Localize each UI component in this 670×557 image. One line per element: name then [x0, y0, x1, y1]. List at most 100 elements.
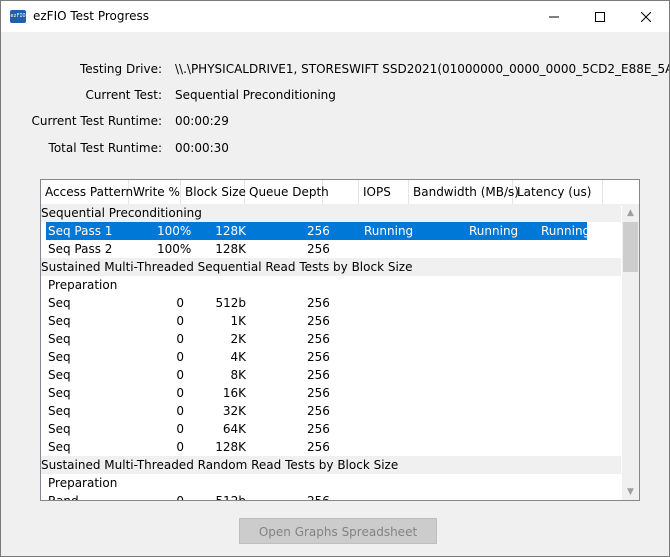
table-cell: 256	[307, 224, 330, 238]
open-graphs-spreadsheet-button[interactable]: Open Graphs Spreadsheet	[239, 518, 437, 544]
list-item-preparation[interactable]: Preparation	[41, 474, 621, 492]
total-runtime-label: Total Test Runtime:	[48, 141, 162, 155]
table-cell: Seq Pass 1	[48, 224, 113, 238]
table-cell: Running	[541, 224, 591, 238]
vertical-scrollbar[interactable]: ▲ ▼	[622, 204, 639, 500]
table-cell: 8K	[230, 368, 246, 382]
table-cell: 256	[307, 422, 330, 436]
table-row[interactable]: Seq 0 1K 256	[41, 312, 621, 330]
table-cell: Seq	[48, 350, 71, 364]
table-cell: Rand	[48, 492, 79, 500]
table-cell: 0	[176, 368, 184, 382]
progress-window: ezFIO ezFIO Test Progress Testing Drive:…	[0, 0, 670, 557]
group-label: Sustained Multi-Threaded Sequential Read…	[41, 260, 413, 274]
table-cell: 256	[307, 314, 330, 328]
table-cell: Seq	[48, 332, 71, 346]
table-cell: 128K	[215, 224, 246, 238]
column-header-iops[interactable]: IOPS	[359, 180, 409, 204]
table-cell: Running	[469, 224, 519, 238]
table-cell: Seq	[48, 386, 71, 400]
column-header-blank[interactable]	[323, 180, 359, 204]
table-cell: 256	[307, 404, 330, 418]
scroll-down-icon[interactable]: ▼	[622, 483, 639, 500]
table-row[interactable]: Seq 0 16K 256	[41, 384, 621, 402]
maximize-icon	[595, 11, 605, 22]
testing-drive-label: Testing Drive:	[79, 62, 162, 76]
table-row[interactable]: Seq 0 32K 256	[41, 402, 621, 420]
test-list-view[interactable]: Access Pattern Write % Block Size Queue …	[40, 179, 640, 501]
table-row[interactable]: Seq 0 2K 256	[41, 330, 621, 348]
total-runtime-value: 00:00:30	[175, 141, 229, 155]
table-cell: Seq	[48, 314, 71, 328]
table-cell: 256	[307, 242, 330, 256]
table-row[interactable]: Seq 0 128K 256	[41, 438, 621, 456]
table-cell: Running	[364, 224, 414, 238]
group-header[interactable]: Sustained Multi-Threaded Random Read Tes…	[41, 456, 621, 474]
current-test-label: Current Test:	[85, 88, 162, 102]
column-header-bandwidth[interactable]: Bandwidth (MB/s)	[409, 180, 519, 204]
table-cell: 1K	[230, 314, 246, 328]
table-cell: 0	[157, 492, 184, 500]
table-cell: 16K	[222, 386, 246, 400]
table-cell: 0	[176, 440, 184, 454]
table-cell: 4K	[230, 350, 246, 364]
table-cell: 128K	[215, 440, 246, 454]
item-label: Preparation	[48, 476, 118, 490]
table-row[interactable]: Seq 0 8K 256	[41, 366, 621, 384]
list-item-preparation[interactable]: Preparation	[41, 276, 621, 294]
maximize-button[interactable]	[577, 1, 623, 32]
table-cell: 512b	[196, 492, 246, 500]
table-cell: 256	[307, 350, 330, 364]
table-row[interactable]: Seq 0 512b 256	[41, 294, 621, 312]
column-header-latency[interactable]: Latency (us)	[513, 180, 603, 204]
table-cell: 100%	[157, 242, 192, 256]
app-icon: ezFIO	[10, 10, 26, 23]
table-cell: 0	[176, 332, 184, 346]
title-bar[interactable]: ezFIO ezFIO Test Progress	[1, 1, 669, 32]
item-label: Preparation	[48, 278, 118, 292]
table-cell: Seq	[48, 368, 71, 382]
testing-drive-value: \\.\PHYSICALDRIVE1, STORESWIFT SSD2021(0…	[175, 62, 669, 76]
table-row-selected[interactable]: Seq Pass 1 100% 128K 256 Running Running Runni…	[41, 222, 621, 240]
current-runtime-value: 00:00:29	[175, 114, 229, 128]
minimize-icon	[549, 16, 559, 17]
column-header-block-size[interactable]: Block Size	[181, 180, 246, 204]
table-cell: 512b	[215, 296, 246, 310]
table-cell: 64K	[222, 422, 246, 436]
column-header-write-pct[interactable]: Write %	[129, 180, 181, 204]
table-cell: 256	[307, 332, 330, 346]
table-cell: 0	[176, 404, 184, 418]
group-label: Sequential Preconditioning	[41, 206, 202, 220]
scrollbar-thumb[interactable]	[623, 222, 638, 272]
table-cell: Seq	[48, 296, 71, 310]
list-header: Access Pattern Write % Block Size Queue …	[41, 180, 639, 205]
column-header-queue-depth[interactable]: Queue Depth	[245, 180, 329, 204]
table-cell: Seq Pass 2	[48, 242, 113, 256]
scroll-up-icon[interactable]: ▲	[622, 204, 639, 221]
table-cell: 0	[176, 314, 184, 328]
table-cell: Seq	[48, 440, 71, 454]
table-cell: 256	[307, 492, 330, 500]
table-cell: 256	[307, 368, 330, 382]
table-cell: 32K	[222, 404, 246, 418]
column-header-access-pattern[interactable]: Access Pattern	[41, 180, 133, 204]
close-button[interactable]	[623, 1, 669, 32]
table-row[interactable]: Rand 0 512b 256	[41, 492, 621, 500]
table-cell: 256	[307, 440, 330, 454]
table-cell: 100%	[157, 224, 192, 238]
table-row[interactable]: Seq 0 4K 256	[41, 348, 621, 366]
current-test-value: Sequential Preconditioning	[175, 88, 336, 102]
table-row[interactable]: Seq Pass 2 100% 128K 256	[41, 240, 621, 258]
group-label: Sustained Multi-Threaded Random Read Tes…	[41, 458, 399, 472]
group-header[interactable]: Sequential Preconditioning	[41, 204, 621, 222]
table-cell: 256	[307, 296, 330, 310]
minimize-button[interactable]	[531, 1, 577, 32]
table-cell: 0	[176, 386, 184, 400]
table-cell: 0	[176, 350, 184, 364]
group-header[interactable]: Sustained Multi-Threaded Sequential Read…	[41, 258, 621, 276]
table-cell: 256	[307, 386, 330, 400]
current-runtime-label: Current Test Runtime:	[31, 114, 163, 128]
list-rows: Sequential Preconditioning Seq Pass 1 100%…	[41, 204, 621, 500]
table-row[interactable]: Seq 0 64K 256	[41, 420, 621, 438]
table-cell: Seq	[48, 404, 71, 418]
